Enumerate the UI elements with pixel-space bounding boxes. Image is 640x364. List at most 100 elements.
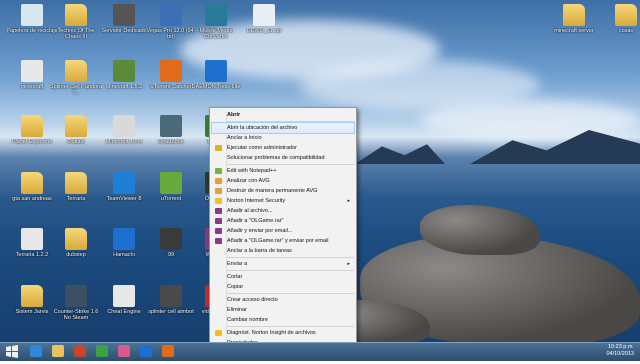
- menu-item-solucionar-problemas-de-compatibilidad[interactable]: Solucionar problemas de compatibilidad: [212, 153, 354, 163]
- desktop-icon-counter-strike-1-6-no-steam[interactable]: Counter-Strike 1.6 No Steam: [50, 285, 102, 321]
- desktop-icon-label: dubstep: [66, 252, 86, 258]
- menu-item-label: Norton Internet Security: [227, 198, 286, 204]
- clock-time: 10:23 p.m.: [608, 344, 634, 350]
- menu-item-destruir-de-manera-permanente-avg[interactable]: Destruir de manera permanente AVG: [212, 186, 354, 196]
- desktop-icon-cheat-engine[interactable]: Cheat Engine: [98, 285, 150, 315]
- menu-item-label: Anclar a la barra de tareas: [227, 248, 292, 254]
- menu-item-label: Añadir y enviar por email...: [227, 228, 293, 234]
- desktop-icon-label: Cheat Engine: [107, 309, 141, 315]
- desktop-icon-mobile-media-converter[interactable]: Mobile Media Converter: [190, 4, 242, 40]
- menu-item-anclar-a-inicio[interactable]: Anclar a Inicio: [212, 133, 354, 143]
- menu-item-anclar-a-la-barra-de-tareas[interactable]: Anclar a la barra de tareas: [212, 246, 354, 256]
- desktop-icon-label: Terraria: [66, 196, 86, 202]
- menu-item-label: Cambiar nombre: [227, 317, 268, 323]
- app-icon: [113, 4, 135, 26]
- menu-item-label: Enviar a: [227, 261, 248, 267]
- desktop-icon-technic-of-the-chaos-iii[interactable]: Technic Of The Chaos III: [50, 4, 102, 40]
- app-icon: [113, 228, 135, 250]
- taskbar-media-app[interactable]: [116, 344, 132, 359]
- menu-item-cambiar-nombre[interactable]: Cambiar nombre: [212, 315, 354, 325]
- taskbar-internet-explorer[interactable]: [28, 344, 44, 359]
- desktop-icon-cosas[interactable]: cosas: [600, 4, 640, 34]
- menu-item-label: Destruir de manera permanente AVG: [227, 188, 318, 194]
- submenu-arrow-icon: ▸: [347, 261, 350, 267]
- menu-item-label: Añadir a "OLGame.rar" y enviar por email: [227, 238, 329, 244]
- desktop-icon-label: Mobile Media Converter: [199, 28, 233, 40]
- file-icon: [21, 60, 43, 82]
- folder-icon: [21, 172, 43, 194]
- file-icon: [21, 228, 43, 250]
- desktop-icon-label: Minecraft 1.5.2: [105, 84, 143, 90]
- system-clock[interactable]: 10:23 p.m. 04/10/2013: [606, 344, 634, 358]
- menu-separator: [227, 121, 354, 122]
- menu-item-label: Solucionar problemas de compatibilidad: [227, 155, 325, 161]
- notepad-icon: [215, 168, 222, 174]
- menu-item-abrir[interactable]: Abrir: [212, 110, 354, 120]
- taskbar-hp-app[interactable]: [138, 344, 154, 359]
- taskbar-utorrent-catcher[interactable]: [160, 344, 176, 359]
- menu-item-cortar[interactable]: Cortar: [212, 272, 354, 282]
- cloud: [420, 100, 640, 140]
- winrar-icon: [215, 208, 222, 214]
- app-icon: [205, 4, 227, 26]
- menu-item-anadir-y-enviar-por-email[interactable]: Añadir y enviar por email...: [212, 226, 354, 236]
- app-icon: [65, 285, 87, 307]
- desktop-icon-servidor-dedicado[interactable]: Servidor Dedicado: [98, 4, 150, 34]
- hp-app-icon: [140, 345, 152, 357]
- desktop-icon-teamviewer-8[interactable]: TeamViewer 8: [98, 172, 150, 202]
- app-icon: [113, 115, 135, 137]
- app-icon: [113, 285, 135, 307]
- desktop-icon-outlast[interactable]: Outlast: [50, 115, 102, 145]
- menu-item-ejecutar-como-administrador[interactable]: Ejecutar como administrador: [212, 143, 354, 153]
- menu-item-crear-acceso-directo[interactable]: Crear acceso directo: [212, 295, 354, 305]
- taskbar-windows-store[interactable]: [94, 344, 110, 359]
- rock: [420, 205, 540, 255]
- desktop-icon-minecraft-server[interactable]: minecraft server: [548, 4, 600, 34]
- menu-item-copiar[interactable]: Copiar: [212, 282, 354, 292]
- norton-icon: [215, 198, 222, 204]
- desktop-icon-splinter-cell-pandora-t[interactable]: Splinter Cell Pandora T...: [50, 60, 102, 96]
- desktop-icon-label: Servidor Dedicado: [101, 28, 147, 34]
- menu-item-eliminar[interactable]: Eliminar: [212, 305, 354, 315]
- folder-icon: [65, 228, 87, 250]
- taskbar-color-app[interactable]: [72, 344, 88, 359]
- taskbar-file-explorer[interactable]: [50, 344, 66, 359]
- menu-item-diagnost-norton-insight-de-archivos[interactable]: Diagnóst. Norton Insight de archivos: [212, 328, 354, 338]
- desktop-icon-daemon-tools-lite[interactable]: DAEMON Tools Lite: [190, 60, 242, 90]
- desktop-icon-label: Minecraft 1.6.4: [105, 139, 143, 145]
- desktop-icon-minecraft-1-5-2[interactable]: Minecraft 1.5.2: [98, 60, 150, 90]
- desktop-icon-terraria[interactable]: Terraria: [50, 172, 102, 202]
- menu-item-anadir-al-archivo[interactable]: Añadir al archivo...: [212, 206, 354, 216]
- menu-item-edit-with-notepad[interactable]: Edit with Notepad++: [212, 166, 354, 176]
- desktop-icon-minecraft-1-6-4[interactable]: Minecraft 1.6.4: [98, 115, 150, 145]
- mountain: [355, 144, 445, 164]
- shield-icon: [215, 145, 222, 151]
- desktop-icon-label: Technic Of The Chaos III: [57, 28, 95, 40]
- taskbar: 10:23 p.m. 04/10/2013: [0, 342, 640, 361]
- menu-item-enviar-a[interactable]: Enviar a ▸: [212, 259, 354, 269]
- folder-icon: [563, 4, 585, 26]
- menu-item-abrir-la-ubicacion-del-archivo[interactable]: Abrir la ubicación del archivo: [211, 122, 355, 134]
- menu-item-label: Ejecutar como administrador: [227, 145, 298, 151]
- menu-item-anadir-a-olgame-rar-y-enviar-por-email[interactable]: Añadir a "OLGame.rar" y enviar por email: [212, 236, 354, 246]
- menu-item-anadir-a-olgame-rar[interactable]: Añadir a "OLGame.rar": [212, 216, 354, 226]
- menu-separator: [227, 270, 354, 271]
- folder-icon: [65, 4, 87, 26]
- avg-icon: [215, 188, 222, 194]
- menu-item-label: Cortar: [227, 274, 243, 280]
- desktop-icon-dubstep[interactable]: dubstep: [50, 228, 102, 258]
- menu-item-label: Anclar a Inicio: [227, 135, 262, 141]
- start-button[interactable]: [4, 344, 20, 359]
- desktop-icon-dewo-11-zip[interactable]: DEWO_11.zip: [238, 4, 290, 34]
- menu-item-norton-internet-security[interactable]: Norton Internet Security ▸: [212, 196, 354, 206]
- menu-item-analizar-con-avg[interactable]: Analizar con AVG: [212, 176, 354, 186]
- folder-icon: [65, 115, 87, 137]
- app-icon: [160, 115, 182, 137]
- windows-store-icon: [96, 345, 108, 357]
- desktop-icon-hamachi[interactable]: Hamachi: [98, 228, 150, 258]
- winrar-icon: [215, 218, 222, 224]
- app-icon: [113, 172, 135, 194]
- desktop-icon-label: Outlast: [67, 139, 85, 145]
- clock-date: 04/10/2013: [606, 351, 634, 357]
- folder-icon: [65, 60, 87, 82]
